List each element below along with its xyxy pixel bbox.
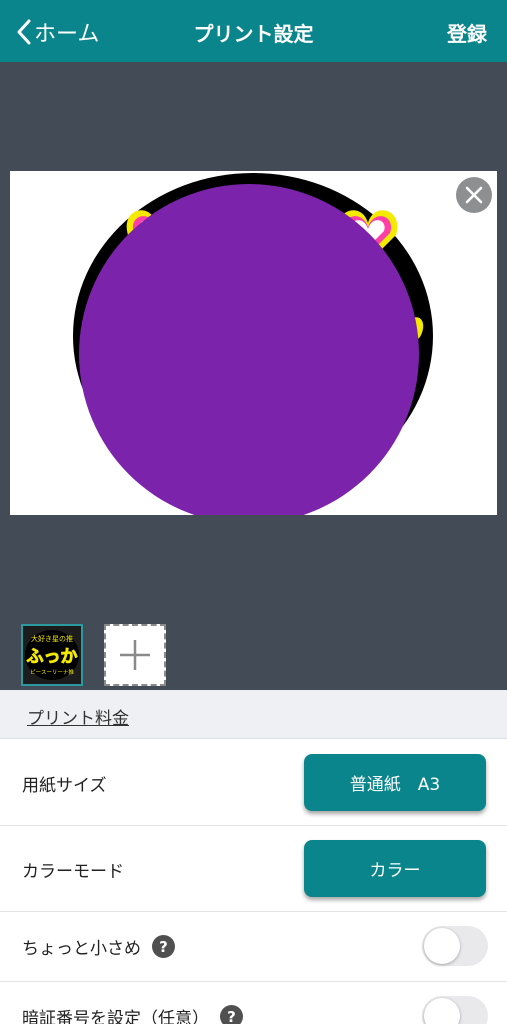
register-button[interactable]: 登録	[447, 18, 487, 47]
color-mode-label: カラーモード	[22, 862, 124, 882]
help-icon[interactable]: ?	[152, 935, 175, 958]
design-thumbnail[interactable]: 大好き星の推 ふっか ピースーリーナ推	[21, 624, 83, 686]
thumbnail-bottom-text: ピースーリーナ推	[30, 668, 74, 676]
toggle-knob	[424, 928, 460, 964]
slightly-smaller-toggle[interactable]	[422, 926, 488, 966]
pin-toggle[interactable]	[422, 996, 488, 1024]
back-button-label: ホーム	[34, 22, 100, 47]
paper-size-row: 用紙サイズ 普通紙 A3	[0, 740, 507, 826]
close-icon	[465, 186, 483, 204]
paper-size-label: 用紙サイズ	[22, 776, 107, 796]
print-canvas[interactable]	[10, 171, 497, 515]
color-mode-button[interactable]: カラー	[304, 840, 486, 897]
slightly-smaller-label-group: ちょっと小さめ ?	[22, 934, 175, 959]
design-artwork	[73, 173, 433, 515]
chevron-left-icon	[17, 19, 31, 45]
print-preview-area: 大好き星の推 ふっか ピースーリーナ推	[0, 62, 507, 690]
purple-circle-overlay	[79, 184, 419, 515]
thumbnail-top-text: 大好き星の推	[31, 634, 73, 643]
paper-size-button[interactable]: 普通紙 A3	[304, 754, 486, 811]
toggle-knob	[424, 998, 460, 1024]
pricing-section-header: プリント料金	[0, 690, 507, 739]
thumbnail-artwork: 大好き星の推 ふっか ピースーリーナ推	[23, 626, 81, 684]
navigation-bar: ホーム プリント設定 登録	[0, 0, 507, 62]
plus-icon	[120, 640, 150, 670]
slightly-smaller-row: ちょっと小さめ ?	[0, 912, 507, 982]
add-image-button[interactable]	[104, 624, 166, 686]
color-mode-row: カラーモード カラー	[0, 826, 507, 912]
print-price-link[interactable]: プリント料金	[27, 704, 129, 729]
slightly-smaller-label: ちょっと小さめ	[22, 939, 141, 959]
pin-label-group: 暗証番号を設定（任意） ?	[22, 1004, 243, 1024]
help-icon[interactable]: ?	[220, 1005, 243, 1024]
pin-label: 暗証番号を設定（任意）	[22, 1009, 209, 1024]
thumbnail-main-text: ふっか	[27, 647, 78, 667]
close-button[interactable]	[456, 177, 492, 213]
pin-row: 暗証番号を設定（任意） ?	[0, 982, 507, 1024]
back-button[interactable]: ホーム	[16, 14, 99, 50]
